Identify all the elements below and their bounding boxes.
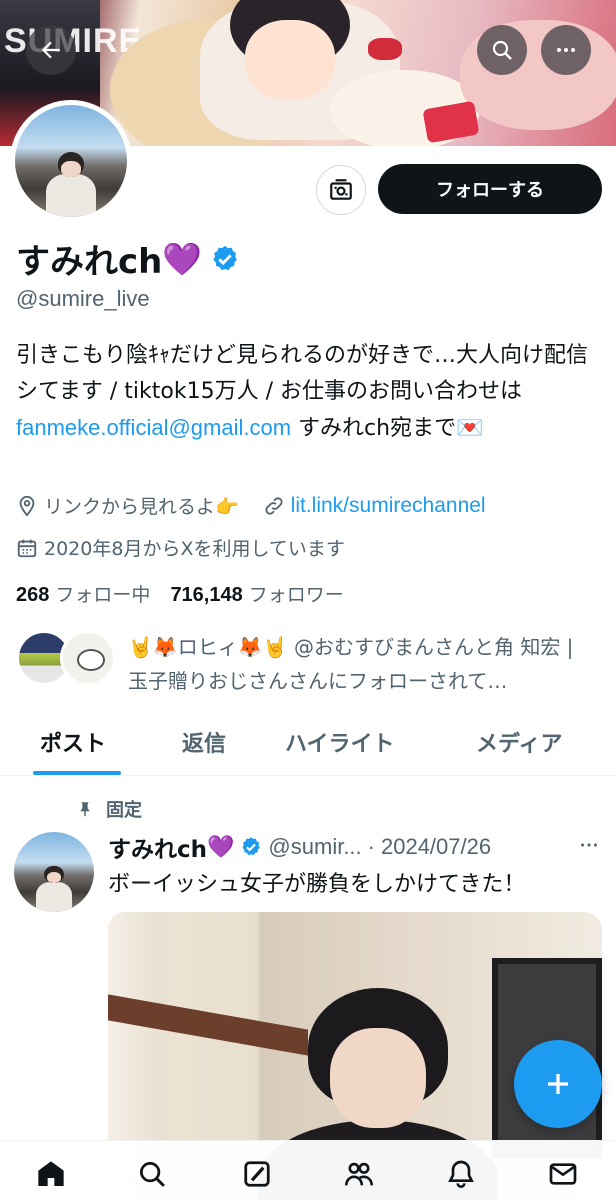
avatar-image (15, 105, 127, 217)
bio-text: 引きこもり陰ｷｬだけど見られるのが好きで…大人向け配信シてます / tiktok… (16, 343, 589, 404)
post-text: ボーイッシュ女子が勝負をしかけてきた！ (108, 872, 526, 897)
followed-by-avatars[interactable] (16, 630, 116, 686)
following-count: 268 (16, 584, 50, 606)
banner-shape (245, 20, 335, 100)
more-button[interactable] (541, 25, 591, 75)
search-icon (140, 1162, 165, 1187)
following-link[interactable]: 268 フォロー中 (16, 580, 150, 607)
verified-badge-icon (242, 837, 261, 856)
notifications-icon (448, 1160, 474, 1188)
more-horizontal-icon (557, 48, 575, 52)
nav-home[interactable] (34, 1157, 68, 1191)
following-label: フォロー中 (55, 584, 151, 606)
follow-counts: 268 フォロー中 716,148 フォロワー (16, 580, 344, 607)
nav-notifications[interactable] (444, 1157, 478, 1191)
profile-joined-row: 2020年8月からXを利用しています (16, 534, 345, 561)
avatar-figure (36, 881, 72, 912)
post-date[interactable]: 2024/07/26 (381, 834, 491, 860)
grok-icon (244, 1161, 270, 1187)
active-tab-indicator (33, 771, 121, 775)
subscribe-icon (330, 179, 352, 200)
tab-replies[interactable]: 返信 (182, 726, 226, 758)
location-pin-icon (19, 495, 35, 517)
back-button[interactable] (26, 25, 76, 75)
messages-icon (549, 1163, 577, 1185)
follower-avatar (60, 630, 116, 686)
avatar-figure (46, 872, 62, 884)
post-author-handle[interactable]: @sumir... (268, 834, 361, 860)
pin-icon (80, 802, 90, 817)
follow-button[interactable]: フォローする (378, 164, 602, 214)
profile-display-name: すみれch 💜 (16, 234, 240, 283)
cat-drawing (77, 649, 105, 671)
tab-highlights[interactable]: ハイライト (285, 726, 395, 758)
nav-grok[interactable] (240, 1157, 274, 1191)
bio-email-link[interactable]: fanmeke.official@gmail.com (16, 415, 291, 440)
bottom-navigation (0, 1140, 616, 1200)
profile-meta-links: リンクから見れるよ👉 lit.link/sumirechannel (16, 492, 486, 519)
subscribe-button[interactable] (316, 165, 366, 215)
profile-tabs: ポスト 返信 ハイライト メディア (0, 712, 616, 776)
banner-shape (368, 38, 402, 60)
followers-count: 716,148 (170, 584, 243, 606)
profile-handle: @sumire_live (16, 286, 150, 311)
profile-location: リンクから見れるよ👉 (44, 496, 239, 518)
avatar-figure (46, 174, 96, 217)
post-header: すみれch 💜 @sumir... · 2024/07/26 (108, 830, 604, 864)
bio-text-end: すみれch宛まで💌 (291, 416, 484, 441)
link-icon (265, 496, 283, 515)
home-icon (38, 1161, 64, 1186)
communities-icon (344, 1162, 374, 1186)
banner-shape (422, 100, 480, 144)
pinned-label: 固定 (106, 800, 142, 821)
profile-bio: 引きこもり陰ｷｬだけど見られるのが好きで…大人向け配信シてます / tiktok… (16, 338, 602, 447)
verified-badge-icon[interactable] (210, 244, 240, 274)
avatar-image (14, 832, 94, 912)
nav-search[interactable] (135, 1157, 169, 1191)
purple-heart-emoji: 💜 (162, 239, 203, 278)
nav-messages[interactable] (546, 1157, 580, 1191)
profile-joined-date: 2020年8月からXを利用しています (44, 538, 345, 560)
display-name-text: すみれch (16, 242, 163, 282)
arrow-left-icon (41, 41, 60, 59)
nav-communities[interactable] (342, 1157, 376, 1191)
search-button[interactable] (477, 25, 527, 75)
tab-posts[interactable]: ポスト (40, 726, 106, 758)
search-icon (492, 40, 512, 60)
profile-website-link[interactable]: lit.link/sumirechannel (291, 494, 486, 518)
followers-link[interactable]: 716,148 フォロワー (170, 580, 343, 607)
tab-media[interactable]: メディア (476, 726, 562, 758)
post-author-name[interactable]: すみれch (108, 830, 207, 864)
post-author-avatar[interactable] (14, 832, 94, 912)
media-shape (330, 1028, 426, 1128)
compose-button[interactable] (514, 1040, 602, 1128)
post-more-icon[interactable] (578, 834, 600, 856)
purple-heart-emoji: 💜 (207, 834, 235, 860)
avatar-figure (60, 161, 82, 177)
profile-avatar[interactable] (10, 100, 132, 222)
compose-plus-icon (548, 1074, 568, 1094)
calendar-icon (17, 539, 37, 557)
followers-label: フォロワー (248, 584, 344, 606)
post-separator: · (367, 834, 375, 859)
followed-by-text[interactable]: 🤘🦊ロヒィ🦊🤘 @おむすびまんさんと角 知宏 | 玉子贈りおじさんさんにフォロー… (128, 630, 598, 698)
pinned-indicator: 固定 (76, 796, 142, 822)
